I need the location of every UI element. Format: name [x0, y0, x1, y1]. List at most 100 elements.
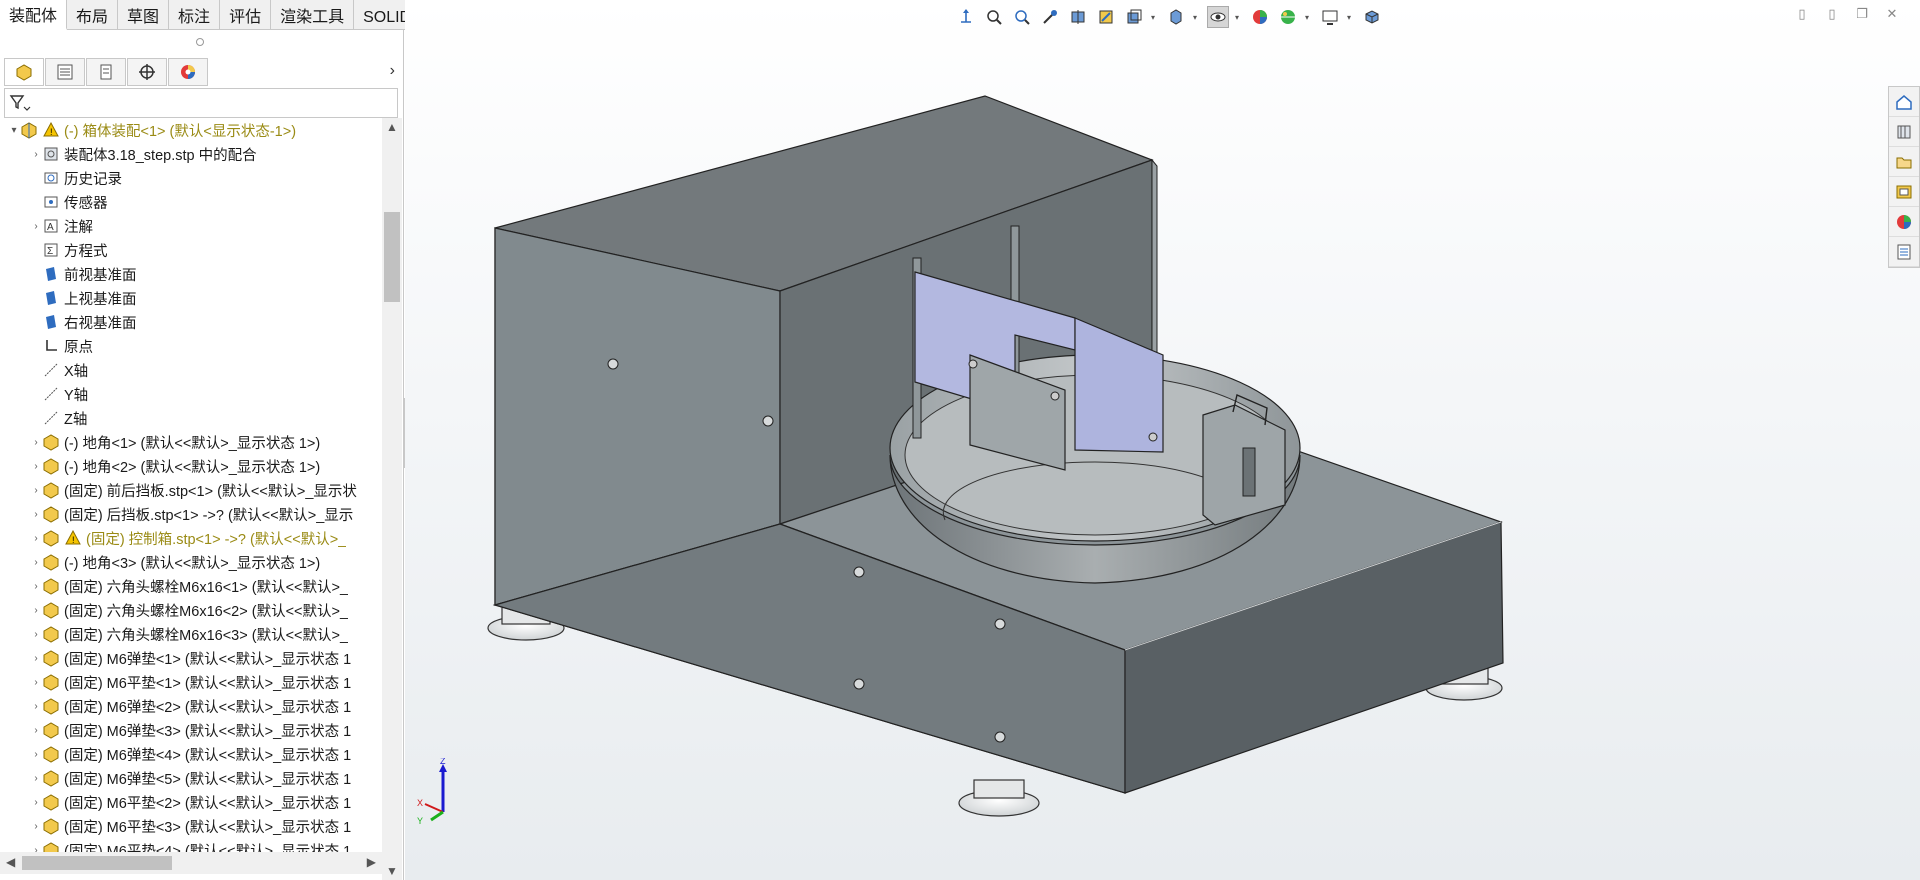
featuremanager-icon[interactable] — [4, 58, 44, 86]
tree-item[interactable]: 原点 — [0, 334, 382, 358]
tree-item[interactable]: › (固定) M6弹垫<4> (默认<<默认>_显示状态 1 — [0, 742, 382, 766]
tree-item-label: 方程式 — [64, 243, 108, 260]
tab-2[interactable]: 草图 — [118, 0, 170, 30]
expand-arrow-icon[interactable]: › — [30, 766, 42, 790]
expand-arrow-icon[interactable]: › — [30, 574, 42, 598]
expand-arrow-icon[interactable]: › — [30, 454, 42, 478]
expand-arrow-icon[interactable]: ▾ — [8, 118, 20, 142]
propertymanager-icon[interactable] — [45, 58, 85, 86]
tree-item[interactable]: Y轴 — [0, 382, 382, 406]
expand-arrow-icon[interactable]: › — [30, 718, 42, 742]
assembly-icon — [20, 121, 38, 139]
expand-arrow-icon[interactable]: › — [30, 142, 42, 166]
tree-item[interactable]: › (固定) M6平垫<1> (默认<<默认>_显示状态 1 — [0, 670, 382, 694]
tree-vertical-scrollbar[interactable]: ▲ ▼ — [382, 118, 402, 880]
tree-root-assembly[interactable]: ▾! (-) 箱体装配<1> (默认<显示状态-1>) — [0, 118, 382, 142]
tree-item-label: (固定) M6弹垫<5> (默认<<默认>_显示状态 1 — [64, 771, 352, 788]
display-manager-icon[interactable] — [168, 58, 208, 86]
expand-arrow-icon[interactable]: › — [30, 598, 42, 622]
tab-4[interactable]: 评估 — [220, 0, 272, 30]
expand-arrow-icon[interactable]: › — [30, 622, 42, 646]
tree-item[interactable]: X轴 — [0, 358, 382, 382]
tab-5[interactable]: 渲染工具 — [271, 0, 355, 30]
scroll-left-icon[interactable]: ◀ — [6, 855, 15, 869]
tree-item[interactable]: 历史记录 — [0, 166, 382, 190]
tab-3[interactable]: 标注 — [169, 0, 221, 30]
expand-arrow-icon[interactable]: › — [30, 790, 42, 814]
mates-icon — [42, 145, 60, 163]
expand-arrow-icon[interactable]: › — [30, 550, 42, 574]
tree-item[interactable]: › (固定) M6弹垫<3> (默认<<默认>_显示状态 1 — [0, 718, 382, 742]
expand-arrow-icon[interactable]: › — [30, 646, 42, 670]
tree-item[interactable]: › (固定) M6弹垫<1> (默认<<默认>_显示状态 1 — [0, 646, 382, 670]
tree-item[interactable]: 上视基准面 — [0, 286, 382, 310]
tree-item[interactable]: 右视基准面 — [0, 310, 382, 334]
part-icon — [42, 505, 60, 523]
part-icon — [42, 745, 60, 763]
tree-item[interactable]: › (-) 地角<1> (默认<<默认>_显示状态 1>) — [0, 430, 382, 454]
origin-icon — [42, 337, 60, 355]
tree-item[interactable]: › (固定) 六角头螺栓M6x16<1> (默认<<默认>_ — [0, 574, 382, 598]
filter-icon[interactable] — [9, 93, 31, 117]
tree-item-label: X轴 — [64, 363, 89, 380]
scroll-up-icon[interactable]: ▲ — [386, 120, 398, 134]
tree-item[interactable]: › (-) 地角<3> (默认<<默认>_显示状态 1>) — [0, 550, 382, 574]
tree-item[interactable]: › (固定) M6弹垫<2> (默认<<默认>_显示状态 1 — [0, 694, 382, 718]
tree-item-label: (-) 箱体装配<1> (默认<显示状态-1>) — [64, 123, 297, 140]
tree-horizontal-scrollbar[interactable]: ◀ ▶ — [0, 852, 382, 874]
tree-item-label: 右视基准面 — [64, 315, 137, 332]
tree-item[interactable]: › (固定) M6弹垫<5> (默认<<默认>_显示状态 1 — [0, 766, 382, 790]
tree-item-label: (固定) M6弹垫<1> (默认<<默认>_显示状态 1 — [64, 651, 352, 668]
tree-item[interactable]: Σ 方程式 — [0, 238, 382, 262]
tab-0[interactable]: 装配体 — [0, 0, 68, 30]
tree-item[interactable]: ›! (固定) 控制箱.stp<1> ->? (默认<<默认>_ — [0, 526, 382, 550]
scroll-thumb[interactable] — [384, 212, 400, 302]
scroll-down-icon[interactable]: ▼ — [386, 864, 398, 878]
tree-item[interactable]: › (固定) 六角头螺栓M6x16<2> (默认<<默认>_ — [0, 598, 382, 622]
dimxpert-icon[interactable] — [127, 58, 167, 86]
tree-item-label: (-) 地角<1> (默认<<默认>_显示状态 1>) — [64, 435, 321, 452]
tree-item-label: 注解 — [64, 219, 93, 236]
annotation-icon: A — [42, 217, 60, 235]
part-icon — [42, 793, 60, 811]
tree-item[interactable]: 传感器 — [0, 190, 382, 214]
scroll-right-icon[interactable]: ▶ — [367, 855, 376, 869]
tree-item[interactable]: › (-) 地角<2> (默认<<默认>_显示状态 1>) — [0, 454, 382, 478]
tree-item[interactable]: 前视基准面 — [0, 262, 382, 286]
tree-item[interactable]: › (固定) M6平垫<3> (默认<<默认>_显示状态 1 — [0, 814, 382, 838]
part-icon — [42, 673, 60, 691]
tree-item[interactable]: › (固定) 前后挡板.stp<1> (默认<<默认>_显示状 — [0, 478, 382, 502]
part-icon — [42, 649, 60, 667]
expand-arrow-icon[interactable]: › — [30, 694, 42, 718]
tree-item[interactable]: › 装配体3.18_step.stp 中的配合 — [0, 142, 382, 166]
assembly-3d-model[interactable] — [405, 0, 1920, 880]
graphics-area[interactable]: ▾ ▾ ▾ ▾ ▾ ▯ ▯ ❐ ✕ Z X Y — [405, 0, 1920, 880]
tree-item-label: (固定) 后挡板.stp<1> ->? (默认<<默认>_显示 — [64, 507, 354, 524]
tree-item[interactable]: › (固定) 六角头螺栓M6x16<3> (默认<<默认>_ — [0, 622, 382, 646]
hscroll-thumb[interactable] — [22, 856, 172, 870]
expand-arrow-icon[interactable]: › — [30, 670, 42, 694]
tree-item[interactable]: Z轴 — [0, 406, 382, 430]
warning-icon: ! — [42, 121, 60, 139]
expand-arrow-icon[interactable]: › — [30, 742, 42, 766]
svg-text:!: ! — [72, 535, 75, 545]
tree-item-label: (固定) 六角头螺栓M6x16<2> (默认<<默认>_ — [64, 603, 349, 620]
expand-arrow-icon[interactable]: › — [30, 502, 42, 526]
expand-arrow-icon[interactable]: › — [30, 478, 42, 502]
tree-item-label: (固定) M6弹垫<2> (默认<<默认>_显示状态 1 — [64, 699, 352, 716]
expand-arrow-icon[interactable]: › — [30, 526, 42, 550]
expand-arrow-icon[interactable]: › — [30, 814, 42, 838]
tree-item[interactable]: › (固定) M6平垫<2> (默认<<默认>_显示状态 1 — [0, 790, 382, 814]
configurationmanager-icon[interactable] — [86, 58, 126, 86]
tree-item[interactable]: › A 注解 — [0, 214, 382, 238]
expand-arrow-icon[interactable]: › — [30, 430, 42, 454]
tree-filter-input[interactable] — [4, 88, 398, 118]
chevron-right-icon[interactable]: › — [390, 62, 395, 80]
tree-item[interactable]: › (固定) 后挡板.stp<1> ->? (默认<<默认>_显示 — [0, 502, 382, 526]
tab-1[interactable]: 布局 — [67, 0, 119, 30]
panel-collapse-handle[interactable] — [196, 38, 204, 46]
expand-arrow-icon[interactable]: › — [30, 214, 42, 238]
part-icon — [42, 697, 60, 715]
